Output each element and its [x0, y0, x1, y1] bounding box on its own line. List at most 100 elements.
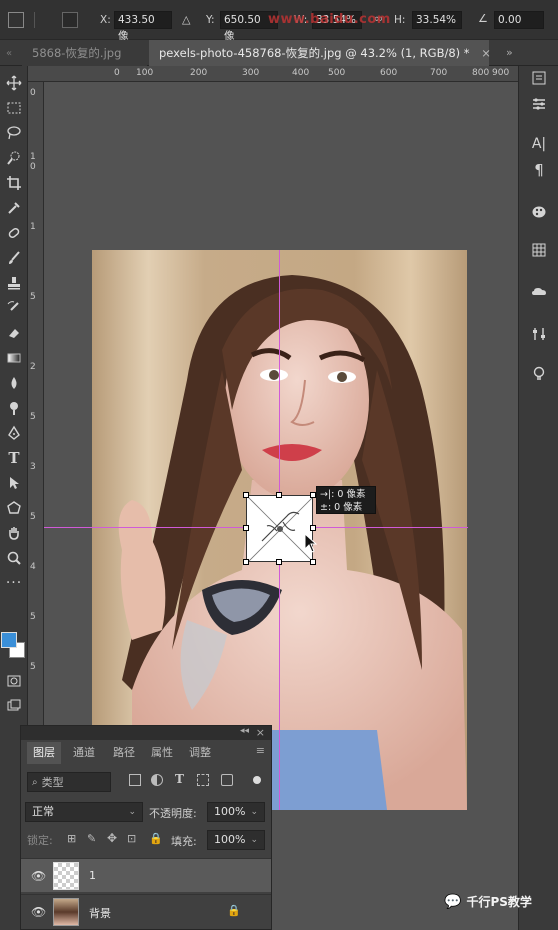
- ruler-label: 4: [30, 562, 36, 572]
- lasso-tool-icon[interactable]: [2, 122, 26, 144]
- lock-label: 锁定:: [27, 834, 53, 847]
- tab-label: pexels-photo-458768-恢复的.jpg @ 43.2% (1, …: [159, 46, 470, 60]
- tab-properties[interactable]: 属性: [151, 742, 173, 764]
- more-tools-icon[interactable]: ···: [2, 572, 26, 594]
- clone-stamp-tool-icon[interactable]: [2, 272, 26, 294]
- character-panel-icon[interactable]: A|: [529, 134, 549, 154]
- panel-menu-icon[interactable]: ≡: [256, 744, 265, 757]
- tab-layers[interactable]: 图层: [27, 742, 61, 764]
- history-panel-icon[interactable]: [529, 68, 549, 88]
- chevron-left-icon[interactable]: «: [6, 48, 12, 59]
- chevron-right-icon[interactable]: »: [506, 46, 513, 59]
- zoom-tool-icon[interactable]: [2, 547, 26, 569]
- ruler-label: 100: [136, 68, 154, 78]
- brush-tool-icon[interactable]: [2, 247, 26, 269]
- move-tool-icon[interactable]: [2, 72, 26, 94]
- delta-icon[interactable]: △: [182, 13, 190, 26]
- lock-position-icon[interactable]: ✥: [107, 831, 117, 845]
- filter-adjustment-icon[interactable]: [151, 774, 163, 786]
- opacity-field[interactable]: 100% ⌄: [207, 802, 265, 822]
- transform-handle-ml[interactable]: [243, 525, 249, 531]
- tab-document-2[interactable]: pexels-photo-458768-恢复的.jpg @ 43.2% (1, …: [149, 40, 491, 66]
- layer-name[interactable]: 1: [89, 869, 96, 882]
- transform-handle-tl[interactable]: [243, 492, 249, 498]
- layer-row[interactable]: 👁 背景 🔒: [21, 894, 271, 928]
- eyedropper-tool-icon[interactable]: [2, 197, 26, 219]
- search-icon: ⌕: [32, 776, 38, 788]
- lock-all-icon[interactable]: 🔒: [149, 832, 163, 845]
- transform-handle-tc[interactable]: [276, 492, 282, 498]
- lock-artboard-icon[interactable]: ⊡: [127, 832, 136, 845]
- chevron-down-icon: ⌄: [250, 807, 258, 817]
- blend-mode-dropdown[interactable]: 正常 ⌄: [25, 802, 143, 822]
- screen-mode-icon[interactable]: [2, 695, 26, 717]
- healing-brush-tool-icon[interactable]: [2, 222, 26, 244]
- grid-icon[interactable]: [62, 12, 78, 28]
- paragraph-panel-icon[interactable]: ¶: [529, 160, 549, 180]
- layer-row[interactable]: 👁 1: [21, 858, 271, 892]
- swatches-panel-icon[interactable]: [529, 202, 549, 222]
- h-label: H:: [394, 14, 406, 26]
- eraser-tool-icon[interactable]: [2, 322, 26, 344]
- filter-smart-object-icon[interactable]: [221, 774, 233, 786]
- ruler-label: 3: [30, 462, 36, 472]
- filter-shape-icon[interactable]: [197, 774, 209, 786]
- properties-panel-icon[interactable]: [529, 324, 549, 344]
- layer-filter-dropdown[interactable]: ⌕ 类型: [27, 772, 111, 792]
- filter-type-icon[interactable]: T: [175, 772, 184, 786]
- x-input[interactable]: 433.50 像: [114, 11, 172, 42]
- libraries-panel-icon[interactable]: [529, 282, 549, 302]
- filter-pixel-icon[interactable]: [129, 774, 141, 786]
- history-brush-tool-icon[interactable]: [2, 297, 26, 319]
- blur-tool-icon[interactable]: [2, 372, 26, 394]
- collapse-icon[interactable]: ◂◂: [240, 726, 249, 736]
- marquee-tool-icon[interactable]: [2, 97, 26, 119]
- document-tab-bar: « 5868-恢复的.jpg pexels-photo-458768-恢复的.j…: [0, 40, 558, 66]
- gradient-tool-icon[interactable]: [2, 347, 26, 369]
- lock-icon: 🔒: [227, 904, 241, 917]
- type-tool-icon[interactable]: T: [2, 447, 26, 469]
- lightbulb-panel-icon[interactable]: [529, 364, 549, 384]
- ruler-label: 0: [30, 88, 36, 98]
- visibility-eye-icon[interactable]: 👁: [31, 905, 46, 919]
- dodge-tool-icon[interactable]: [2, 397, 26, 419]
- h-input[interactable]: 33.54%: [412, 11, 462, 29]
- quick-select-tool-icon[interactable]: [2, 147, 26, 169]
- options-bar: X: 433.50 像 △ Y: 650.50 像 W: 33.54% ∞ H:…: [0, 0, 558, 42]
- path-select-tool-icon[interactable]: [2, 472, 26, 494]
- transform-handle-br[interactable]: [310, 559, 316, 565]
- pen-tool-icon[interactable]: [2, 422, 26, 444]
- grid-panel-icon[interactable]: [529, 240, 549, 260]
- tab-channels[interactable]: 通道: [73, 742, 95, 764]
- lock-image-icon[interactable]: ✎: [87, 832, 96, 845]
- close-icon[interactable]: ×: [481, 46, 491, 60]
- transform-bounding-box[interactable]: [246, 495, 315, 564]
- opacity-label: 不透明度:: [149, 807, 197, 820]
- crop-tool-icon[interactable]: [2, 172, 26, 194]
- layer-name[interactable]: 背景: [89, 905, 111, 921]
- ruler-label: 5: [30, 512, 36, 522]
- shape-tool-icon[interactable]: [2, 497, 26, 519]
- layers-panel: ◂◂ × 图层 通道 路径 属性 调整 ≡ ⌕ 类型 T 正常 ⌄ 不透明度: …: [20, 725, 272, 930]
- chevron-down-icon: ⌄: [128, 807, 136, 817]
- lock-transparent-icon[interactable]: ⊞: [67, 832, 76, 845]
- filter-toggle-icon[interactable]: [253, 776, 261, 784]
- ruler-label: 600: [380, 68, 398, 78]
- ruler-label: 2: [30, 362, 36, 372]
- tab-paths[interactable]: 路径: [113, 742, 135, 764]
- foreground-color-swatch-front[interactable]: [1, 632, 17, 648]
- tab-document-1[interactable]: 5868-恢复的.jpg: [22, 40, 147, 66]
- reference-point-icon[interactable]: [8, 12, 24, 28]
- hand-tool-icon[interactable]: [2, 522, 26, 544]
- visibility-eye-icon[interactable]: 👁: [31, 869, 46, 883]
- tab-adjustments[interactable]: 调整: [189, 742, 211, 764]
- angle-input[interactable]: 0.00: [494, 11, 544, 29]
- transform-handle-mr[interactable]: [310, 525, 316, 531]
- transform-handle-bl[interactable]: [243, 559, 249, 565]
- adjustments-panel-icon[interactable]: [529, 94, 549, 114]
- transform-handle-bc[interactable]: [276, 559, 282, 565]
- close-icon[interactable]: ×: [256, 726, 265, 739]
- fill-field[interactable]: 100% ⌄: [207, 830, 265, 850]
- quick-mask-icon[interactable]: [2, 670, 26, 692]
- layer-thumbnail: [53, 898, 79, 926]
